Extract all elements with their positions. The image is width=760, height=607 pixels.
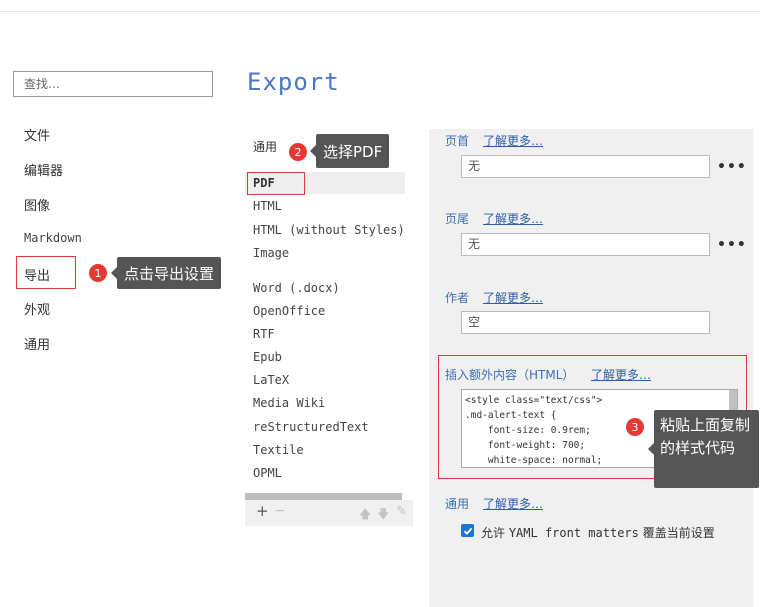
- remove-icon[interactable]: −: [274, 503, 286, 519]
- move-up-icon[interactable]: 🡅: [359, 505, 371, 526]
- footer-field[interactable]: 无: [461, 233, 710, 256]
- author-field[interactable]: 空: [461, 311, 710, 334]
- export-highlight-box: [16, 256, 76, 289]
- format-item-textile[interactable]: Textile: [253, 443, 304, 457]
- footer-label: 页尾: [445, 212, 470, 226]
- header-more-icon[interactable]: •••: [717, 159, 747, 175]
- step-3-callout: 粘贴上面复制的样式代码: [648, 410, 759, 488]
- format-list-scrollbar[interactable]: [245, 493, 402, 500]
- author-learn-more-link[interactable]: 了解更多…: [483, 289, 543, 306]
- format-item-rst[interactable]: reStructuredText: [253, 420, 369, 434]
- format-item-word[interactable]: Word (.docx): [253, 281, 340, 295]
- step-1-badge: 1: [89, 264, 107, 282]
- general-learn-more-link[interactable]: 了解更多…: [483, 495, 543, 512]
- sidebar-item-appearance[interactable]: 外观: [24, 299, 50, 318]
- format-item-rtf[interactable]: RTF: [253, 327, 275, 341]
- yaml-label-prefix: 允许: [481, 526, 509, 540]
- edit-icon[interactable]: ✎: [396, 504, 407, 519]
- window-top-edge: [0, 0, 760, 12]
- format-item-openoffice[interactable]: OpenOffice: [253, 304, 325, 318]
- format-general-item[interactable]: 通用: [253, 138, 277, 155]
- sidebar-item-editor[interactable]: 编辑器: [24, 160, 63, 179]
- step-2-callout: 选择PDF: [309, 134, 390, 168]
- extra-content-label: 插入额外内容（HTML）: [445, 368, 575, 382]
- format-item-mediawiki[interactable]: Media Wiki: [253, 396, 325, 410]
- add-icon[interactable]: +: [256, 502, 269, 520]
- checkmark-icon: [463, 527, 472, 535]
- yaml-override-label[interactable]: 允许 YAML front matters 覆盖当前设置: [481, 520, 741, 546]
- yaml-override-checkbox[interactable]: [461, 524, 474, 537]
- format-item-html[interactable]: HTML: [253, 199, 282, 213]
- sidebar-item-markdown[interactable]: Markdown: [24, 231, 82, 245]
- yaml-label-mono: YAML front matters: [508, 526, 639, 540]
- step-3-badge: 3: [626, 418, 644, 436]
- extra-content-learn-more-link[interactable]: 了解更多…: [591, 366, 651, 383]
- author-label: 作者: [445, 291, 470, 305]
- footer-learn-more-link[interactable]: 了解更多…: [483, 210, 543, 227]
- sidebar-item-file[interactable]: 文件: [24, 125, 50, 144]
- format-item-epub[interactable]: Epub: [253, 350, 282, 364]
- step-2-badge: 2: [289, 143, 307, 161]
- page-title: Export: [247, 68, 340, 96]
- step-1-callout: 点击导出设置: [110, 257, 222, 289]
- header-learn-more-link[interactable]: 了解更多…: [483, 132, 543, 149]
- sidebar-item-general[interactable]: 通用: [24, 334, 50, 353]
- format-item-image[interactable]: Image: [253, 246, 289, 260]
- format-item-opml[interactable]: OPML: [253, 466, 282, 480]
- footer-more-icon[interactable]: •••: [717, 237, 747, 253]
- header-field[interactable]: 无: [461, 155, 710, 178]
- yaml-label-suffix: 覆盖当前设置: [638, 526, 715, 540]
- move-down-icon[interactable]: 🡇: [377, 505, 389, 526]
- sidebar-item-image[interactable]: 图像: [24, 195, 50, 214]
- general-label: 通用: [445, 497, 470, 511]
- search-input[interactable]: [13, 71, 213, 97]
- format-item-latex[interactable]: LaTeX: [253, 373, 289, 387]
- format-item-html-no-styles[interactable]: HTML (without Styles): [253, 223, 405, 237]
- header-label: 页首: [445, 134, 470, 148]
- format-item-pdf[interactable]: PDF: [253, 176, 275, 190]
